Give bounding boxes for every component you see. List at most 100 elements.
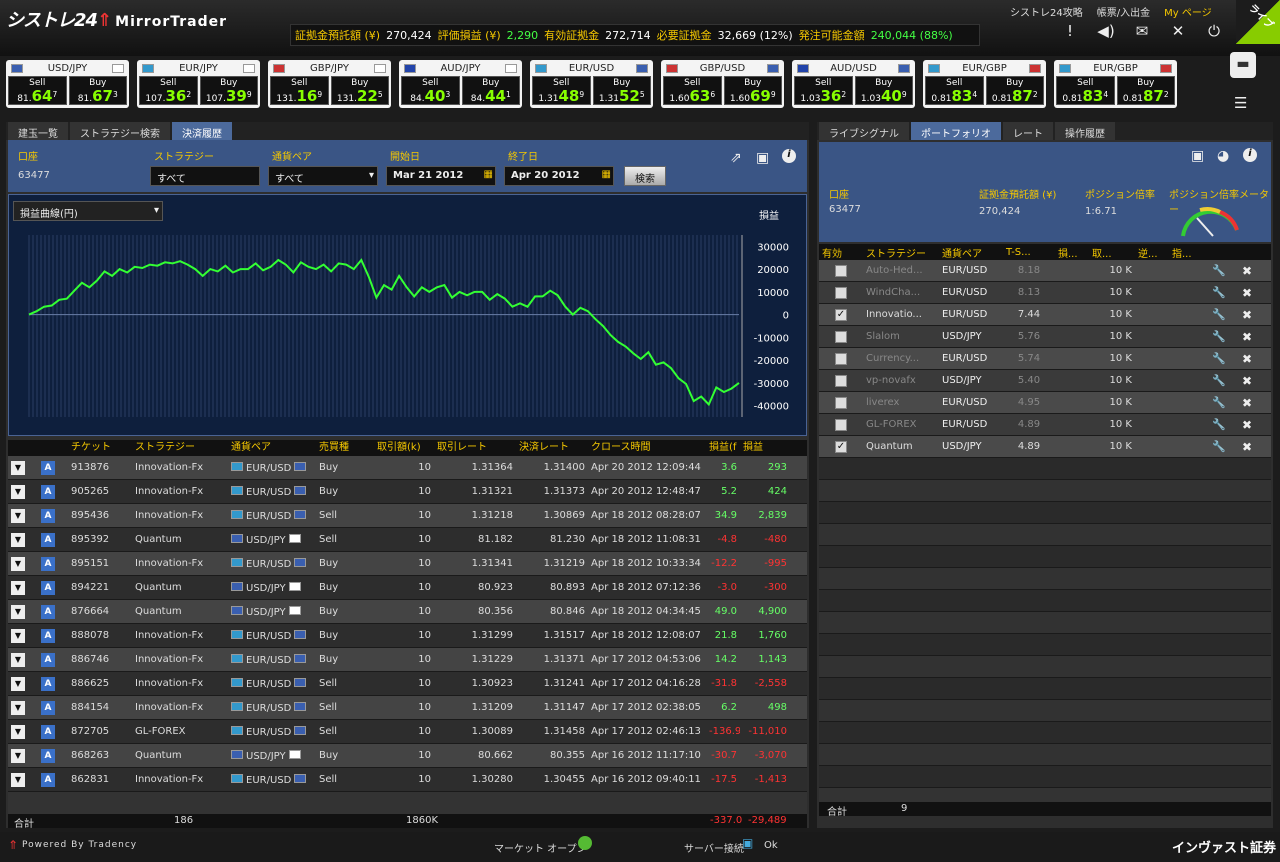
table-row[interactable]: ▼ A 905265 Innovation-Fx EUR/USD Buy 10 1.31321… <box>8 480 807 504</box>
alert-icon[interactable]: ! <box>1060 22 1080 40</box>
chevron-down-icon[interactable]: ▼ <box>11 652 25 667</box>
close-icon[interactable]: ✖ <box>1239 286 1269 300</box>
portfolio-row[interactable]: ✓ Quantum USD/JPY 4.89 10 K 🔧 ✖ <box>819 436 1271 458</box>
pie-chart-icon[interactable]: ◕ <box>1217 148 1229 164</box>
wrench-icon[interactable]: 🔧 <box>1209 374 1239 387</box>
table-row[interactable]: ▼ A 886625 Innovation-Fx EUR/USD Sell 10 1.3092… <box>8 672 807 696</box>
portfolio-column-header[interactable]: ストラテジー <box>863 245 939 260</box>
portfolio-column-header[interactable]: 損... <box>1055 245 1089 260</box>
portfolio-column-header[interactable]: 取... <box>1089 245 1135 260</box>
search-button[interactable]: 検索 <box>624 166 666 186</box>
portfolio-column-header[interactable]: T-S... <box>1003 247 1055 258</box>
table-row[interactable]: ▼ A 872705 GL-FOREX EUR/USD Sell 10 1.30089 1.31… <box>8 720 807 744</box>
close-icon[interactable]: ✖ <box>1239 374 1269 388</box>
portfolio-column-header[interactable]: 逆... <box>1135 245 1169 260</box>
chevron-down-icon[interactable]: ▼ <box>11 604 25 619</box>
mypage-link[interactable]: My ページ <box>1164 4 1212 19</box>
table-row[interactable]: ▼ A 894221 Quantum USD/JPY Buy 10 80.923 80.893 A… <box>8 576 807 600</box>
column-header[interactable]: 損益(f <box>706 440 740 456</box>
column-header[interactable]: 決済レート <box>516 440 588 456</box>
table-row[interactable]: ▼ A 876664 Quantum USD/JPY Buy 10 80.356 80.846 A… <box>8 600 807 624</box>
sell-button[interactable]: Sell 84.403 <box>401 76 460 105</box>
info-icon[interactable]: i <box>1243 148 1257 162</box>
sell-button[interactable]: Sell 107.362 <box>139 76 198 105</box>
table-row[interactable]: ▼ A 886746 Innovation-Fx EUR/USD Buy 10 1.31229… <box>8 648 807 672</box>
pair-select[interactable]: すべて ▾ <box>268 166 378 186</box>
sound-icon[interactable]: ◀) <box>1096 22 1116 40</box>
ledger-link[interactable]: 帳票/入出金 <box>1097 4 1150 19</box>
wrench-icon[interactable]: 🔧 <box>1209 330 1239 343</box>
column-header[interactable]: 取引レート <box>434 440 516 456</box>
end-date-input[interactable]: Apr 20 2012 ▦ <box>504 166 614 186</box>
strategy-type-icon[interactable]: A <box>41 604 55 619</box>
table-row[interactable]: ▼ A 888078 Innovation-Fx EUR/USD Buy 10 1.31299… <box>8 624 807 648</box>
table-row[interactable]: ▼ A 895392 Quantum USD/JPY Sell 10 81.182 81.230… <box>8 528 807 552</box>
app-logo[interactable]: シストレ24⇑ MirrorTrader <box>6 6 227 32</box>
table-row[interactable]: ▼ A 884154 Innovation-Fx EUR/USD Sell 10 1.3120… <box>8 696 807 720</box>
strategy-type-icon[interactable]: A <box>41 460 55 475</box>
column-header[interactable]: 通貨ペア <box>228 440 316 456</box>
chevron-down-icon[interactable]: ▼ <box>11 484 25 499</box>
chat-icon[interactable]: ✉ <box>1132 22 1152 40</box>
sell-button[interactable]: Sell 0.81834 <box>925 76 984 105</box>
minimize-icon[interactable]: ▬ <box>1230 52 1256 78</box>
buy-button[interactable]: Buy 84.441 <box>461 76 520 105</box>
portfolio-row[interactable]: liverex EUR/USD 4.95 10 K 🔧 ✖ <box>819 392 1271 414</box>
close-icon[interactable]: ✖ <box>1239 440 1269 454</box>
wrench-icon[interactable]: 🔧 <box>1209 440 1239 453</box>
buy-button[interactable]: Buy 1.31525 <box>592 76 651 105</box>
table-row[interactable]: ▼ A 868263 Quantum USD/JPY Buy 10 80.662 80.355 A… <box>8 744 807 768</box>
chevron-down-icon[interactable]: ▼ <box>11 580 25 595</box>
close-icon[interactable]: ✖ <box>1239 352 1269 366</box>
buy-button[interactable]: Buy 1.60699 <box>723 76 782 105</box>
sell-button[interactable]: Sell 131.169 <box>270 76 329 105</box>
wrench-icon[interactable]: 🔧 <box>1209 418 1239 431</box>
tab-right-3[interactable]: 操作履歴 <box>1055 122 1115 140</box>
strategy-type-icon[interactable]: A <box>41 508 55 523</box>
buy-button[interactable]: Buy 0.81872 <box>1116 76 1175 105</box>
strategy-type-icon[interactable]: A <box>41 556 55 571</box>
table-row[interactable]: ▼ A 895151 Innovation-Fx EUR/USD Buy 10 1.31341… <box>8 552 807 576</box>
tab-right-1[interactable]: ポートフォリオ <box>911 122 1001 140</box>
active-checkbox[interactable] <box>835 396 847 409</box>
strategy-type-icon[interactable]: A <box>41 628 55 643</box>
strategy-type-icon[interactable]: A <box>41 580 55 595</box>
save-icon[interactable]: ▣ <box>1191 148 1204 164</box>
column-header[interactable]: クロース時間 <box>588 440 706 456</box>
portfolio-row[interactable]: WindCha... EUR/USD 8.13 10 K 🔧 ✖ <box>819 282 1271 304</box>
wrench-icon[interactable]: 🔧 <box>1209 286 1239 299</box>
close-icon[interactable]: ✖ <box>1239 418 1269 432</box>
start-date-input[interactable]: Mar 21 2012 ▦ <box>386 166 496 186</box>
strategy-type-icon[interactable]: A <box>41 652 55 667</box>
sell-button[interactable]: Sell 0.81834 <box>1056 76 1115 105</box>
buy-button[interactable]: Buy 0.81872 <box>985 76 1044 105</box>
wrench-icon[interactable]: 🔧 <box>1209 308 1239 321</box>
active-checkbox[interactable] <box>835 264 847 277</box>
portfolio-column-header[interactable]: 指... <box>1169 245 1209 260</box>
wrench-icon[interactable]: 🔧 <box>1209 396 1239 409</box>
sell-button[interactable]: Sell 81.647 <box>8 76 67 105</box>
info-icon[interactable]: i <box>782 149 796 163</box>
buy-button[interactable]: Buy 81.673 <box>68 76 127 105</box>
strategy-type-icon[interactable]: A <box>41 676 55 691</box>
save-icon[interactable]: ▣ <box>756 150 769 166</box>
close-icon[interactable]: ✖ <box>1239 264 1269 278</box>
active-checkbox[interactable]: ✓ <box>835 308 847 321</box>
sell-button[interactable]: Sell 1.31489 <box>532 76 591 105</box>
portfolio-row[interactable]: vp-novafx USD/JPY 5.40 10 K 🔧 ✖ <box>819 370 1271 392</box>
export-icon[interactable]: ⇗ <box>730 150 742 166</box>
tab-left-1[interactable]: ストラテジー検索 <box>70 122 170 140</box>
power-icon[interactable]: ⏻ <box>1204 22 1224 40</box>
active-checkbox[interactable]: ✓ <box>835 440 847 453</box>
wrench-icon[interactable]: 🔧 <box>1209 264 1239 277</box>
wrench-icon[interactable]: 🔧 <box>1209 352 1239 365</box>
strategy-type-icon[interactable]: A <box>41 724 55 739</box>
portfolio-row[interactable]: Currency... EUR/USD 5.74 10 K 🔧 ✖ <box>819 348 1271 370</box>
guide-link[interactable]: シストレ24攻略 <box>1010 4 1083 19</box>
chevron-down-icon[interactable]: ▼ <box>11 508 25 523</box>
portfolio-row[interactable]: GL-FOREX EUR/USD 4.89 10 K 🔧 ✖ <box>819 414 1271 436</box>
active-checkbox[interactable] <box>835 352 847 365</box>
strategy-select[interactable]: すべて <box>150 166 260 186</box>
portfolio-column-header[interactable]: 有効 <box>819 245 863 260</box>
chevron-down-icon[interactable]: ▼ <box>11 724 25 739</box>
